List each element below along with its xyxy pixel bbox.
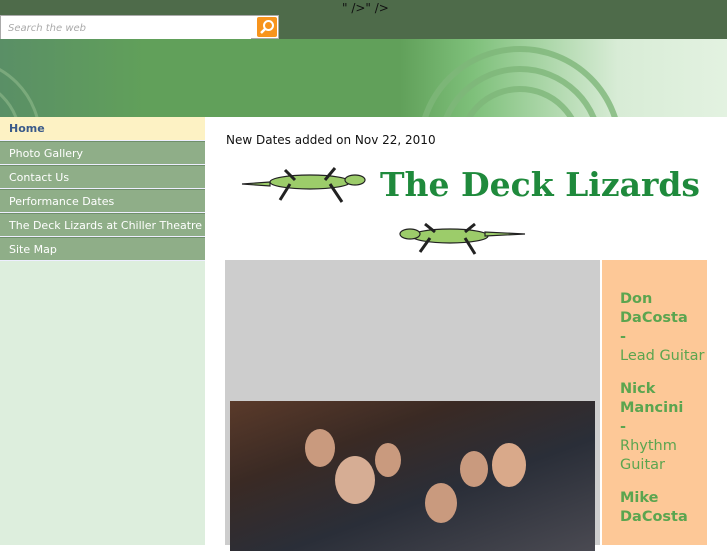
member: Don DaCosta - Lead Guitar [620,291,705,364]
nav-performance-dates[interactable]: Performance Dates [0,189,205,213]
banner-rings-graphic [0,46,618,117]
search-button[interactable] [257,17,277,37]
search-icon [260,20,274,34]
search-input[interactable] [1,17,251,40]
stray-text: " />" /> [342,1,389,15]
member: Nick Mancini - Rhythm Guitar [620,381,684,473]
sidebar: Home Photo Gallery Contact Us Performanc… [0,117,205,545]
top-bar: " />" /> [0,0,727,40]
nav-chiller-theatre[interactable]: The Deck Lizards at Chiller Theatre [0,213,205,237]
search-box [0,15,279,40]
nav-contact-us[interactable]: Contact Us [0,165,205,189]
nav-home[interactable]: Home [0,117,205,141]
band-photo [230,401,595,551]
nav-photo-gallery[interactable]: Photo Gallery [0,141,205,165]
news-text: New Dates added on Nov 22, 2010 [226,133,436,147]
logo-title: The Deck Lizards [380,165,700,204]
band-logo: The Deck Lizards [240,162,700,257]
member: Mike DaCosta [620,490,688,525]
photo-area [225,260,600,551]
nav-site-map[interactable]: Site Map [0,237,205,261]
main-content: New Dates added on Nov 22, 2010 The Deck… [205,117,727,551]
header-banner [0,39,727,117]
members-panel: Don DaCosta - Lead Guitar Nick Mancini - Rhy… [602,260,707,545]
